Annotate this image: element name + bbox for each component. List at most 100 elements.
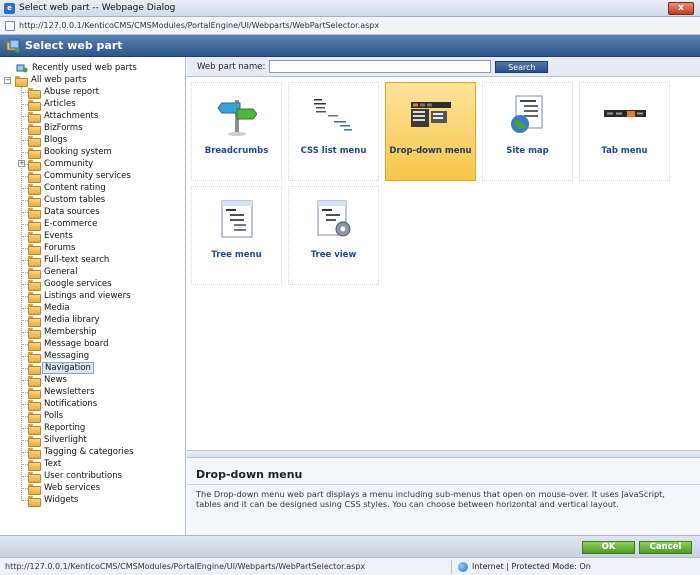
tree-item-all-web-parts[interactable]: − All web parts	[4, 74, 88, 87]
folder-icon	[28, 207, 41, 219]
folder-icon	[28, 231, 41, 243]
tree-item-articles[interactable]: Articles	[28, 98, 78, 111]
css-list-menu-icon	[312, 93, 356, 137]
cancel-button[interactable]: Cancel	[639, 541, 692, 554]
tree-item-forums[interactable]: Forums	[28, 242, 77, 255]
tree-item-label: Notifications	[44, 399, 98, 409]
tree-item-widgets[interactable]: Widgets	[28, 494, 80, 507]
tree-item-web-services[interactable]: Web services	[28, 482, 102, 495]
webpart-tile-css-list-menu[interactable]: CSS list menu	[288, 82, 379, 181]
webpart-tile-tab-menu[interactable]: Tab menu	[579, 82, 670, 181]
tree-item-text[interactable]: Text	[28, 458, 63, 471]
folder-icon	[28, 495, 41, 507]
webpart-tile-site-map[interactable]: Site map	[482, 82, 573, 181]
tree-item-community-services[interactable]: Community services	[28, 170, 133, 183]
dialog-header: Select web part	[0, 35, 700, 57]
folder-icon	[28, 387, 41, 399]
tree-item-label: Text	[44, 459, 62, 469]
tree-item-bizforms[interactable]: BizForms	[28, 122, 85, 135]
tree-item-label: Polls	[44, 411, 64, 421]
tree-item-recently-used[interactable]: Recently used web parts	[16, 62, 139, 74]
close-button[interactable]: x	[668, 2, 694, 15]
tree-item-listings-and-viewers[interactable]: Listings and viewers	[28, 290, 133, 303]
tree-item-custom-tables[interactable]: Custom tables	[28, 194, 107, 207]
tab-menu-icon	[603, 93, 647, 137]
tree-item-attachments[interactable]: Attachments	[28, 110, 100, 123]
tree-item-label: Events	[44, 231, 73, 241]
dropdown-menu-icon	[409, 93, 453, 137]
tree-item-label: Content rating	[44, 183, 106, 193]
tree-item-media[interactable]: Media	[28, 302, 72, 315]
search-bar: Web part name: Search	[187, 57, 700, 77]
tree-item-booking-system[interactable]: Booking system	[28, 146, 114, 159]
folder-icon	[15, 75, 28, 87]
tree-item-e-commerce[interactable]: E-commerce	[28, 218, 99, 231]
collapse-icon[interactable]: −	[4, 76, 11, 84]
page-icon	[5, 20, 15, 31]
folder-icon	[28, 435, 41, 447]
tree-item-general[interactable]: General	[28, 266, 80, 279]
tree-item-news[interactable]: News	[28, 374, 69, 387]
tree-item-events[interactable]: Events	[28, 230, 75, 243]
folder-icon	[28, 219, 41, 231]
tree-item-messaging[interactable]: Messaging	[28, 350, 91, 363]
webpart-name: Site map	[506, 146, 549, 156]
folder-icon	[28, 471, 41, 483]
tree-item-abuse-report[interactable]: Abuse report	[28, 86, 101, 99]
globe-icon	[458, 561, 468, 572]
panel-splitter[interactable]	[187, 450, 700, 458]
tree-item-label: Reporting	[44, 423, 86, 433]
tree-item-data-sources[interactable]: Data sources	[28, 206, 102, 219]
tree-item-newsletters[interactable]: Newsletters	[28, 386, 96, 399]
folder-icon	[28, 87, 41, 99]
tree-item-message-board[interactable]: Message board	[28, 338, 111, 351]
folder-icon	[28, 183, 41, 195]
tree-item-membership[interactable]: Membership	[28, 326, 99, 339]
search-input[interactable]	[269, 60, 492, 73]
tree-item-user-contributions[interactable]: User contributions	[28, 470, 124, 483]
folder-icon	[28, 339, 41, 351]
tree-item-media-library[interactable]: Media library	[28, 314, 102, 327]
folder-icon	[28, 279, 41, 291]
webpart-tile-breadcrumbs[interactable]: Breadcrumbs	[191, 82, 282, 181]
folder-icon	[28, 327, 41, 339]
description-panel: Drop-down menu The Drop-down menu web pa…	[187, 458, 700, 535]
description-text: The Drop-down menu web part displays a m…	[196, 489, 665, 509]
tree-item-label: Recently used web parts	[32, 63, 137, 73]
tree-item-notifications[interactable]: Notifications	[28, 398, 99, 411]
webpart-name: CSS list menu	[300, 146, 367, 156]
tree-item-google-services[interactable]: Google services	[28, 278, 114, 291]
ok-button[interactable]: OK	[582, 541, 635, 554]
address-bar: http://127.0.0.1/KenticoCMS/CMSModules/P…	[0, 17, 700, 35]
folder-icon	[28, 483, 41, 495]
folder-icon	[28, 255, 41, 267]
tree-item-full-text-search[interactable]: Full-text search	[28, 254, 111, 267]
folder-icon	[28, 375, 41, 387]
search-button[interactable]: Search	[495, 60, 549, 73]
tree-item-tagging-categories[interactable]: Tagging & categories	[28, 446, 136, 459]
tree-item-navigation[interactable]: Navigation	[28, 362, 94, 375]
expand-icon[interactable]: +	[18, 160, 25, 167]
tree-item-reporting[interactable]: Reporting	[28, 422, 87, 435]
tree-item-label: Web services	[44, 483, 101, 493]
search-label: Web part name:	[197, 61, 266, 72]
category-tree: Recently used web parts − All web parts Abu…	[0, 57, 186, 535]
webpart-name: Tree menu	[211, 250, 262, 260]
tree-item-label: Booking system	[44, 147, 112, 157]
webpart-tile-tree-menu[interactable]: Tree menu	[191, 186, 282, 285]
webpart-tile-tree-view[interactable]: Tree view	[288, 186, 379, 285]
tree-item-silverlight[interactable]: Silverlight	[28, 434, 89, 447]
tree-item-content-rating[interactable]: Content rating	[28, 182, 108, 195]
tree-item-label: Data sources	[44, 207, 100, 217]
folder-icon	[28, 447, 41, 459]
tree-item-polls[interactable]: Polls	[28, 410, 65, 423]
folder-icon	[28, 303, 41, 315]
tree-item-label: BizForms	[44, 123, 83, 133]
tree-item-community[interactable]: Community	[28, 158, 95, 171]
folder-icon	[28, 267, 41, 279]
tree-item-label: User contributions	[44, 471, 123, 481]
folder-icon	[28, 159, 41, 171]
webpart-tile-drop-down-menu[interactable]: Drop-down menu	[385, 82, 476, 181]
tree-item-blogs[interactable]: Blogs	[28, 134, 69, 147]
folder-icon	[28, 291, 41, 303]
